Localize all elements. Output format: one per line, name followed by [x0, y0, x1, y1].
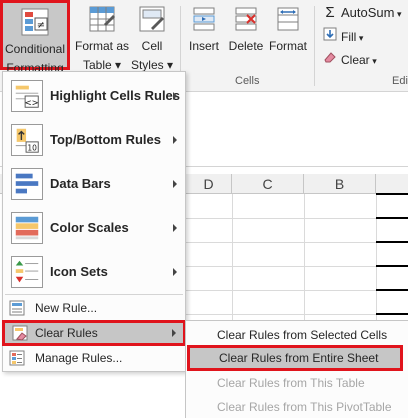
cell-styles-button[interactable]: Cell Styles ▾ [128, 4, 176, 72]
color-scales-label: Color Scales [50, 220, 129, 235]
cell-styles-icon [139, 6, 165, 32]
highlight-cells-icon: <> [11, 80, 43, 112]
gridline [184, 290, 376, 291]
format-as-table-label-1: Format as [75, 39, 130, 53]
submenu-item-clear-this-table: Clear Rules from This Table [217, 376, 365, 390]
cell-border [376, 265, 408, 267]
insert-button[interactable]: Insert [186, 4, 222, 53]
insert-label: Insert [188, 39, 219, 53]
column-header-partial[interactable] [376, 174, 408, 194]
gridline [184, 266, 376, 267]
cell-border [376, 217, 408, 219]
delete-label: Delete [228, 39, 264, 53]
insert-cells-icon [193, 7, 215, 31]
fill-down-icon [322, 27, 338, 44]
top-bottom-icon: 10 [11, 124, 43, 156]
cell-styles-label-1: Cell [141, 39, 163, 53]
menu-item-icon-sets[interactable]: Icon Sets [3, 250, 185, 294]
manage-rules-icon [9, 350, 25, 366]
submenu-arrow-icon [173, 224, 177, 232]
submenu-item-clear-selected-cells[interactable]: Clear Rules from Selected Cells [186, 323, 408, 347]
cell-border [376, 313, 408, 315]
eraser-icon [322, 50, 338, 67]
clear-rules-icon [12, 325, 28, 341]
submenu-arrow-icon [173, 136, 177, 144]
format-as-table-icon [89, 6, 115, 32]
new-rule-icon [9, 300, 25, 316]
menu-item-top-bottom-rules[interactable]: 10 Top/Bottom Rules [3, 118, 185, 162]
clear-rules-label: Clear Rules [35, 326, 98, 340]
column-header-c[interactable]: C [232, 174, 304, 194]
data-bars-label: Data Bars [50, 176, 111, 191]
clear-rules-submenu: Clear Rules from Selected Cells Clear Ru… [185, 320, 408, 418]
gridline [184, 218, 376, 219]
conditional-formatting-label-1: Conditional [4, 42, 66, 56]
format-label: Format [268, 39, 307, 53]
menu-separator [5, 294, 183, 295]
submenu-arrow-icon [172, 329, 176, 337]
icon-sets-icon [11, 256, 43, 288]
editing-group-label: Edi [392, 75, 408, 87]
format-as-table-button[interactable]: Format as Table ▾ [75, 4, 129, 72]
autosum-label: AutoSum [341, 5, 395, 20]
cells-group-label: Cells [235, 75, 260, 87]
menu-item-new-rule[interactable]: New Rule... [3, 296, 185, 320]
menu-item-color-scales[interactable]: Color Scales [3, 206, 185, 250]
menu-item-data-bars[interactable]: Data Bars [3, 162, 185, 206]
manage-rules-label: Manage Rules... [35, 351, 123, 365]
column-header-d[interactable]: D [186, 174, 232, 194]
new-rule-label: New Rule... [35, 301, 98, 315]
menu-item-highlight-cells-rules[interactable]: <> Highlight Cells Rules [3, 74, 185, 118]
column-header-b[interactable]: B [304, 174, 376, 194]
highlight-cells-rules-label: Highlight Cells Rules [50, 88, 181, 103]
clear-button[interactable]: Clear ▾ [322, 50, 377, 68]
gridline [184, 314, 376, 315]
top-bottom-rules-label: Top/Bottom Rules [50, 132, 161, 147]
svg-text:<>: <> [25, 97, 39, 107]
cell-border [376, 289, 408, 291]
submenu-item-clear-entire-sheet[interactable]: Clear Rules from Entire Sheet [187, 345, 403, 371]
format-as-table-label-2: Table ▾ [82, 58, 122, 72]
sigma-icon: Σ [325, 4, 335, 21]
format-cells-icon [277, 7, 299, 31]
format-button[interactable]: Format [266, 4, 310, 53]
clear-label: Clear [341, 53, 370, 67]
menu-item-manage-rules[interactable]: Manage Rules... [3, 346, 185, 370]
submenu-item-clear-this-pivottable: Clear Rules from This PivotTable [217, 400, 392, 414]
menu-item-clear-rules[interactable]: Clear Rules [2, 320, 186, 346]
conditional-formatting-icon: ≠ [21, 8, 49, 36]
fill-label: Fill [341, 30, 357, 44]
svg-text:≠: ≠ [37, 20, 45, 31]
delete-cells-icon [235, 7, 257, 31]
conditional-formatting-button[interactable]: ≠ Conditional Formatting [0, 0, 70, 75]
submenu-arrow-icon [173, 180, 177, 188]
color-scales-icon [11, 212, 43, 244]
ribbon-separator [314, 6, 315, 86]
autosum-button[interactable]: Σ AutoSum ▾ [322, 4, 401, 22]
delete-button[interactable]: Delete [226, 4, 266, 53]
icon-sets-label: Icon Sets [50, 264, 108, 279]
submenu-arrow-icon [173, 92, 177, 100]
gridline [184, 242, 376, 243]
conditional-formatting-menu: <> Highlight Cells Rules 10 Top/Bottom R… [2, 71, 186, 372]
cell-border [376, 193, 408, 195]
submenu-arrow-icon [173, 268, 177, 276]
data-bars-icon [11, 168, 43, 200]
fill-button[interactable]: Fill ▾ [322, 27, 363, 45]
svg-text:10: 10 [27, 143, 37, 152]
cell-border [376, 241, 408, 243]
cell-styles-label-2: Styles ▾ [130, 58, 174, 72]
